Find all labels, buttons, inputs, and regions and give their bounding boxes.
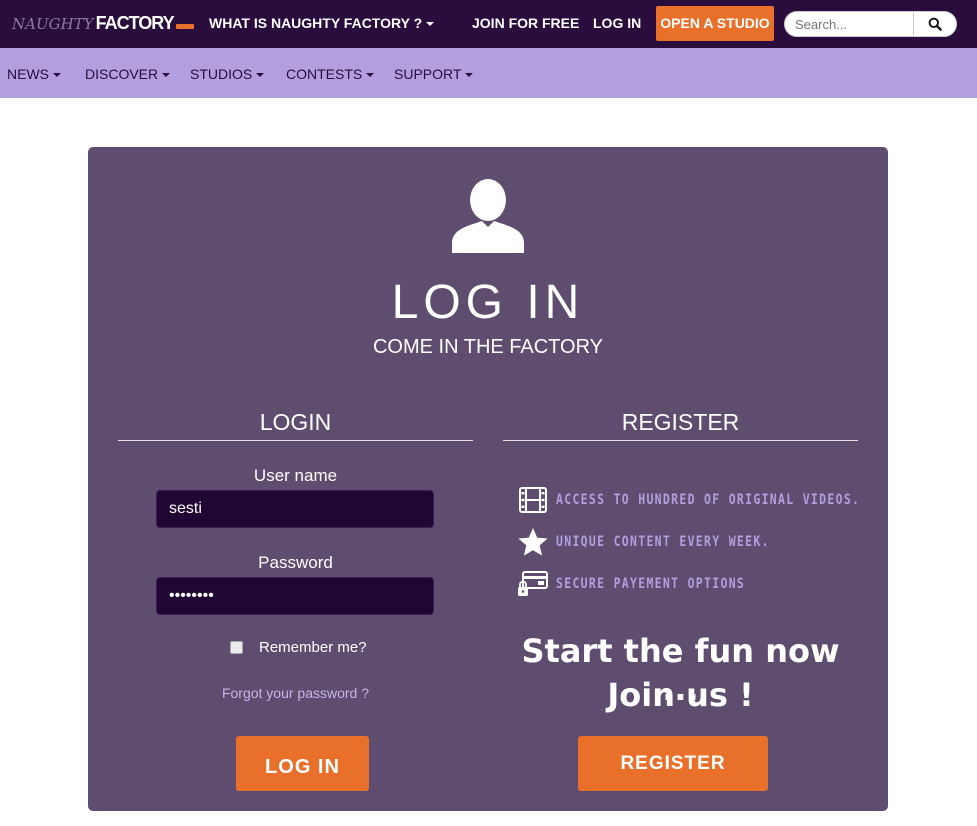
nav-news[interactable]: NEWS: [7, 66, 61, 82]
feature-item: UNIQUE CONTENT EVERY WEEK.: [516, 527, 817, 557]
film-icon: [519, 487, 547, 513]
feature-item: ACCESS TO HUNDRED OF ORIGINAL VIDEOS.: [516, 485, 927, 515]
search-icon: [928, 17, 942, 31]
username-label: User name: [253, 466, 338, 485]
caret-down-icon: [256, 73, 265, 78]
top-navbar: NAUGHTY FACTORY WHAT IS NAUGHTY FACTORY …: [0, 0, 977, 48]
register-divider: [503, 440, 858, 441]
caret-down-icon: [366, 73, 375, 78]
caret-down-icon: [162, 73, 171, 78]
cta-line-2: Join us !: [607, 676, 754, 714]
register-heading: REGISTER: [621, 409, 740, 435]
username-input[interactable]: [156, 490, 434, 528]
forgot-password-link[interactable]: Forgot your password ?: [118, 685, 473, 701]
login-button[interactable]: LOG IN: [236, 736, 369, 791]
what-is-menu[interactable]: WHAT IS NAUGHTY FACTORY ?: [209, 15, 435, 31]
password-label: Password: [258, 553, 333, 572]
feature-text: ACCESS TO HUNDRED OF ORIGINAL VIDEOS.: [556, 492, 861, 508]
page-subtitle: COME IN THE FACTORY: [372, 336, 604, 358]
nav-contests[interactable]: CONTESTS: [286, 66, 375, 82]
what-is-label: WHAT IS NAUGHTY FACTORY ?: [209, 15, 423, 31]
nav-discover[interactable]: DISCOVER: [85, 66, 171, 82]
search-input[interactable]: [784, 11, 915, 37]
nav-support[interactable]: SUPPORT: [394, 66, 474, 82]
remember-label[interactable]: Remember me?: [259, 639, 367, 656]
user-icon: [452, 179, 524, 253]
register-button[interactable]: REGISTER: [578, 736, 768, 791]
secondary-navbar: NEWS DISCOVER STUDIOS CONTESTS SUPPORT: [0, 48, 977, 98]
logo-part1: NAUGHTY: [12, 15, 94, 33]
remember-checkbox[interactable]: [230, 641, 243, 654]
nav-contests-label: CONTESTS: [286, 66, 363, 82]
join-link[interactable]: JOIN FOR FREE: [472, 15, 579, 31]
caret-down-icon: [465, 73, 474, 78]
secure-card-icon: [518, 571, 548, 596]
logo-badge: [175, 24, 194, 29]
nav-studios-label: STUDIOS: [190, 66, 253, 82]
nav-news-label: NEWS: [7, 66, 49, 82]
caret-down-icon: [53, 73, 61, 78]
feature-text: SECURE PAYEMENT OPTIONS: [556, 576, 746, 592]
nav-support-label: SUPPORT: [394, 66, 462, 82]
login-heading: LOGIN: [259, 409, 332, 435]
nav-studios[interactable]: STUDIOS: [190, 66, 265, 82]
search-box: [784, 11, 957, 37]
feature-item: SECURE PAYEMENT OPTIONS: [516, 569, 787, 599]
site-logo[interactable]: NAUGHTY FACTORY: [12, 13, 194, 35]
login-panel: LOG IN COME IN THE FACTORY LOGIN User na…: [88, 147, 888, 811]
login-link[interactable]: LOG IN: [593, 15, 641, 31]
nav-discover-label: DISCOVER: [85, 66, 159, 82]
search-button[interactable]: [913, 11, 957, 37]
feature-text: UNIQUE CONTENT EVERY WEEK.: [556, 534, 770, 550]
login-divider: [118, 440, 473, 441]
open-studio-button[interactable]: OPEN A STUDIO: [656, 6, 774, 41]
caret-down-icon: [426, 22, 435, 27]
password-input[interactable]: [156, 577, 434, 615]
page-title: LOG IN: [391, 276, 585, 329]
star-icon: [518, 528, 548, 556]
logo-part2: FACTORY: [95, 13, 175, 33]
remember-me: Remember me?: [230, 639, 367, 656]
